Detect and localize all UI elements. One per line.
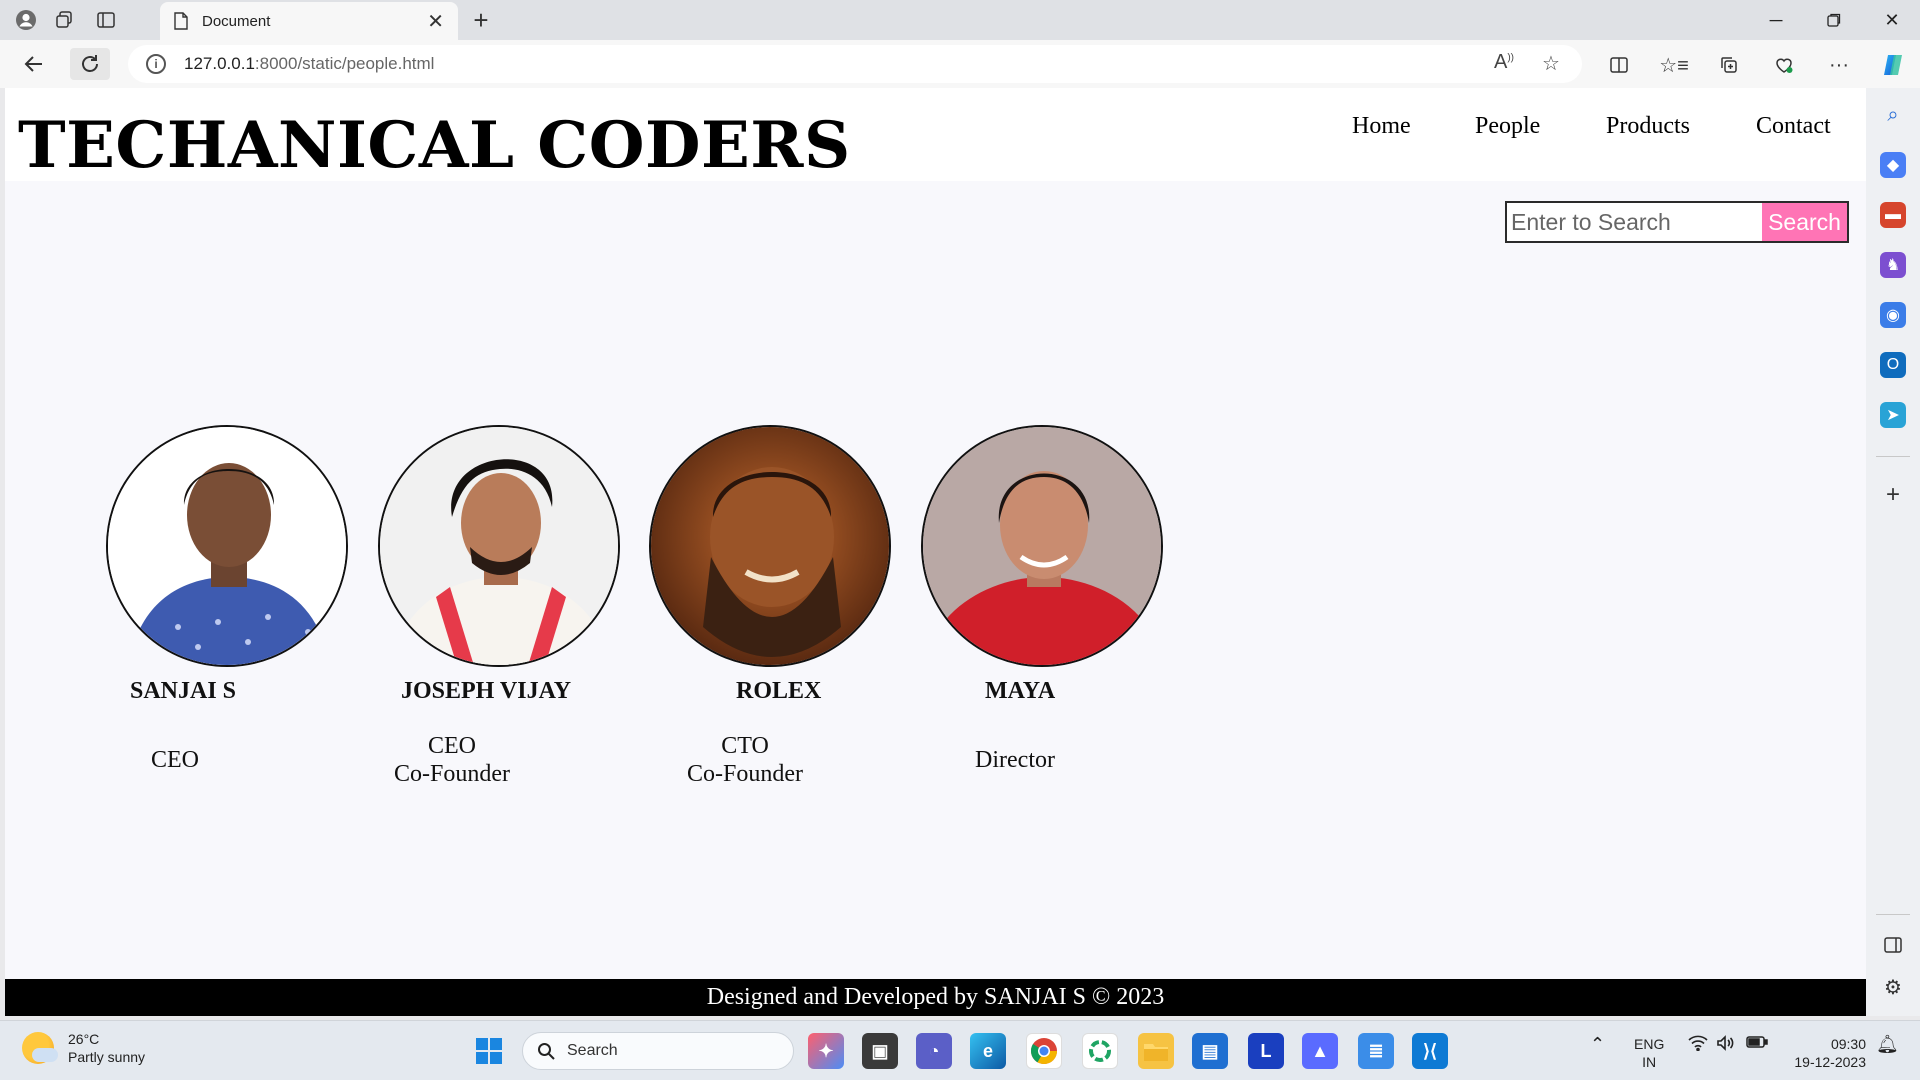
nav-link-people[interactable]: People bbox=[1475, 113, 1540, 140]
copilot-preview-icon[interactable]: ✦ bbox=[808, 1033, 844, 1069]
sidebar-send-icon[interactable]: ➤ bbox=[1880, 402, 1906, 428]
l-app-icon[interactable]: L bbox=[1248, 1033, 1284, 1069]
clock[interactable]: 09:30 19-12-2023 bbox=[1786, 1035, 1866, 1071]
tab-title: Document bbox=[202, 12, 271, 30]
windows-taskbar: 26°C Partly sunny Search ✦ ▣ ◔ e ▤ L ▲ ≣… bbox=[0, 1020, 1920, 1080]
copilot-icon[interactable] bbox=[1876, 50, 1910, 80]
minimize-icon[interactable]: ─ bbox=[1748, 0, 1804, 40]
sidebar-settings-icon[interactable]: ⚙ bbox=[1880, 974, 1906, 1000]
weather-widget[interactable]: 26°C Partly sunny bbox=[22, 1030, 145, 1066]
restore-icon[interactable] bbox=[1806, 0, 1862, 40]
chrome-icon[interactable] bbox=[1026, 1033, 1062, 1069]
avatar bbox=[649, 425, 891, 667]
close-window-icon[interactable]: ✕ bbox=[1864, 0, 1920, 40]
search-input[interactable] bbox=[1505, 201, 1762, 243]
person-role: CTO Co-Founder bbox=[687, 733, 803, 787]
weather-desc: Partly sunny bbox=[68, 1049, 146, 1065]
weather-temp: 26°C bbox=[68, 1031, 100, 1047]
workspaces-icon[interactable] bbox=[48, 6, 80, 34]
tab-actions-icon[interactable] bbox=[90, 6, 122, 34]
close-tab-icon[interactable]: ✕ bbox=[427, 9, 444, 34]
site-info-icon[interactable]: i bbox=[146, 54, 166, 74]
avatar bbox=[378, 425, 620, 667]
person-name: ROLEX bbox=[736, 678, 822, 704]
favorites-icon[interactable]: ☆≡ bbox=[1657, 50, 1691, 80]
collections-icon[interactable] bbox=[1712, 50, 1746, 80]
person-role: Director bbox=[975, 747, 1055, 773]
site-footer: Designed and Developed by SANJAI S © 202… bbox=[5, 979, 1866, 1016]
microsoft-store-icon[interactable]: ▤ bbox=[1192, 1033, 1228, 1069]
tray-overflow-icon[interactable]: ⌃ bbox=[1590, 1035, 1605, 1053]
browser-essentials-icon[interactable] bbox=[1767, 50, 1801, 80]
site-brand: TECHANICAL CODERS bbox=[18, 108, 851, 183]
sidebar-add-icon[interactable]: + bbox=[1880, 481, 1906, 508]
sidebar-hide-icon[interactable] bbox=[1880, 932, 1906, 958]
language-indicator[interactable]: ENG IN bbox=[1634, 1035, 1664, 1071]
taskbar-search[interactable]: Search bbox=[522, 1032, 794, 1070]
url-text: 127.0.0.1:8000/static/people.html bbox=[184, 54, 435, 73]
sidebar-microsoft365-icon[interactable]: ◉ bbox=[1880, 302, 1906, 328]
search-button[interactable]: Search bbox=[1762, 201, 1849, 243]
address-toolbar: i 127.0.0.1:8000/static/people.html A)) … bbox=[0, 40, 1920, 88]
person-role: CEO Co-Founder bbox=[394, 733, 510, 787]
battery-icon[interactable] bbox=[1746, 1035, 1768, 1053]
profile-icon[interactable] bbox=[10, 6, 42, 34]
person-name: JOSEPH VIJAY bbox=[401, 678, 572, 704]
sidebar-shopping-icon[interactable]: ◆ bbox=[1880, 152, 1906, 178]
notepad-icon[interactable]: ≣ bbox=[1358, 1033, 1394, 1069]
avatar bbox=[921, 425, 1163, 667]
sidebar-outlook-icon[interactable]: O bbox=[1880, 352, 1906, 378]
search-form: Search bbox=[1505, 201, 1849, 243]
new-tab-icon[interactable]: + bbox=[466, 5, 496, 35]
nav-link-contact[interactable]: Contact bbox=[1756, 113, 1831, 140]
volume-icon[interactable] bbox=[1716, 1035, 1736, 1055]
edge-sidebar: ⌕ ◆ ▬ ♞ ◉ O ➤ + ⚙ bbox=[1866, 88, 1920, 1016]
person-name: SANJAI S bbox=[130, 678, 237, 704]
task-view-icon[interactable]: ▣ bbox=[862, 1033, 898, 1069]
partly-sunny-icon bbox=[22, 1032, 58, 1064]
more-options-icon[interactable]: ··· bbox=[1822, 50, 1856, 80]
person-role: CEO bbox=[151, 747, 199, 773]
document-icon bbox=[174, 12, 188, 30]
file-explorer-icon[interactable] bbox=[1138, 1033, 1174, 1069]
page-viewport: TECHANICAL CODERS Home People Products C… bbox=[5, 88, 1866, 1016]
person-name: MAYA bbox=[985, 678, 1056, 704]
start-icon[interactable] bbox=[471, 1033, 507, 1069]
sidebar-search-icon[interactable]: ⌕ bbox=[1880, 102, 1906, 128]
wifi-icon[interactable] bbox=[1688, 1035, 1708, 1056]
sidebar-divider bbox=[1876, 914, 1910, 915]
split-screen-icon[interactable] bbox=[1602, 50, 1636, 80]
sidebar-tools-icon[interactable]: ▬ bbox=[1880, 202, 1906, 228]
search-icon bbox=[538, 1043, 555, 1060]
refresh-icon[interactable] bbox=[70, 48, 110, 80]
nav-link-products[interactable]: Products bbox=[1606, 113, 1690, 140]
edge-icon[interactable]: e bbox=[970, 1033, 1006, 1069]
url-bar[interactable]: i 127.0.0.1:8000/static/people.html A)) … bbox=[128, 45, 1582, 83]
browser-titlebar: Document ✕ + ─ ✕ bbox=[0, 0, 1920, 40]
tab-document[interactable]: Document ✕ bbox=[160, 2, 458, 40]
nav-link-home[interactable]: Home bbox=[1352, 113, 1411, 140]
avatar bbox=[106, 425, 348, 667]
loading-app-icon[interactable] bbox=[1082, 1033, 1118, 1069]
vscode-icon[interactable]: ⟩⟨ bbox=[1412, 1033, 1448, 1069]
site-header: TECHANICAL CODERS Home People Products C… bbox=[5, 88, 1866, 183]
notification-bell-icon[interactable]: 🔔︎ bbox=[1876, 1035, 1899, 1053]
read-aloud-icon[interactable]: A)) bbox=[1494, 51, 1514, 74]
favorite-star-icon[interactable]: ☆ bbox=[1542, 51, 1560, 76]
sidebar-divider bbox=[1876, 456, 1910, 457]
teams-chat-icon[interactable]: ◔ bbox=[916, 1033, 952, 1069]
atlas-app-icon[interactable]: ▲ bbox=[1302, 1033, 1338, 1069]
taskbar-search-label: Search bbox=[567, 1042, 618, 1059]
back-icon[interactable] bbox=[14, 48, 54, 80]
sidebar-games-icon[interactable]: ♞ bbox=[1880, 252, 1906, 278]
